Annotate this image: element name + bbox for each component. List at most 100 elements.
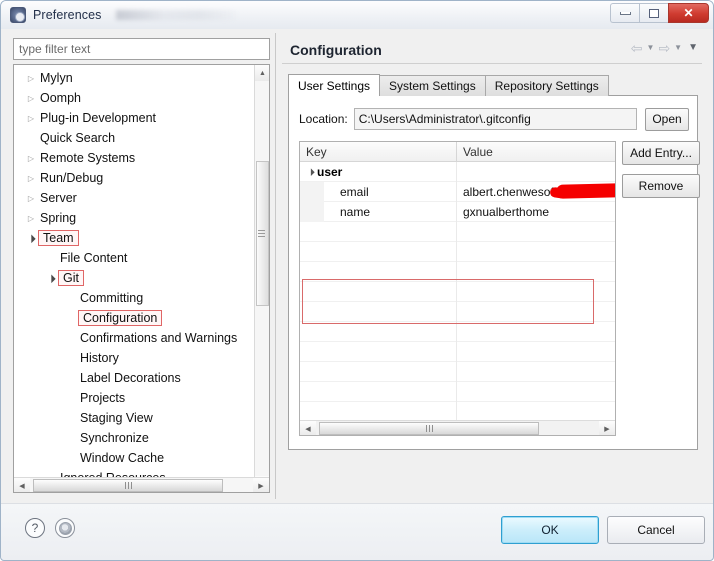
- sidebar-item-oomph[interactable]: Oomph: [14, 88, 254, 108]
- sidebar-item-label: Confirmations and Warnings: [80, 331, 238, 345]
- sidebar-item-history[interactable]: History: [14, 348, 254, 368]
- sidebar-item-file-content[interactable]: File Content: [14, 248, 254, 268]
- scroll-left-icon[interactable]: ◀: [14, 478, 30, 492]
- ok-button[interactable]: OK: [501, 516, 599, 544]
- open-button[interactable]: Open: [645, 107, 689, 131]
- sidebar-item-window-cache[interactable]: Window Cache: [14, 448, 254, 468]
- sidebar-item-label: Remote Systems: [40, 151, 136, 165]
- tab-system-settings[interactable]: System Settings: [379, 75, 486, 96]
- column-header-value[interactable]: Value: [457, 142, 615, 161]
- tree-collapsed-icon[interactable]: [24, 94, 38, 103]
- minimize-icon: [619, 11, 631, 15]
- tree-collapsed-icon[interactable]: [24, 214, 38, 223]
- table-row[interactable]: email albert.chenwesoft: [300, 181, 615, 202]
- table-row-empty[interactable]: [300, 241, 615, 262]
- preference-tree-panel: Mylyn Oomph Plug-in Development Quick Searc…: [8, 33, 273, 499]
- sidebar-item-label: Git: [58, 270, 84, 286]
- tree-horizontal-scrollbar[interactable]: ◀ ▶: [14, 477, 269, 492]
- tree-hscroll-thumb[interactable]: [33, 479, 223, 492]
- table-scroll-left-icon[interactable]: ◀: [300, 421, 316, 435]
- location-input[interactable]: [353, 108, 637, 130]
- page-menu-chevron-down-icon[interactable]: ▼: [688, 43, 698, 53]
- table-hscroll-thumb[interactable]: [319, 422, 539, 435]
- scroll-up-icon[interactable]: ▲: [255, 65, 269, 81]
- minimize-button[interactable]: [610, 3, 639, 23]
- arrow-right-icon[interactable]: ⇨: [658, 41, 670, 55]
- sidebar-item-confirmations-and-warnings[interactable]: Confirmations and Warnings: [14, 328, 254, 348]
- sidebar-item-label: Quick Search: [40, 131, 116, 145]
- sidebar-item-label-decorations[interactable]: Label Decorations: [14, 368, 254, 388]
- scroll-right-icon[interactable]: ▶: [253, 478, 269, 492]
- table-cell-key: [300, 401, 457, 422]
- tree-expanded-icon[interactable]: [24, 234, 38, 243]
- table-cell-value: [457, 242, 615, 262]
- preference-tree[interactable]: Mylyn Oomph Plug-in Development Quick Searc…: [13, 64, 270, 493]
- sidebar-item-mylyn[interactable]: Mylyn: [14, 68, 254, 88]
- table-row-empty[interactable]: [300, 301, 615, 322]
- close-button[interactable]: ✕: [668, 3, 709, 23]
- table-horizontal-scrollbar[interactable]: ◀ ▶: [300, 420, 615, 435]
- table-cell-key: name: [300, 201, 457, 222]
- table-row-empty[interactable]: [300, 381, 615, 402]
- arrow-left-icon[interactable]: ⇦: [631, 41, 643, 55]
- tree-collapsed-icon[interactable]: [24, 114, 38, 123]
- sidebar-item-projects[interactable]: Projects: [14, 388, 254, 408]
- table-cell-value: [457, 322, 615, 342]
- maximize-icon: [649, 8, 659, 18]
- table-row-empty[interactable]: [300, 281, 615, 302]
- tree-vertical-scrollbar[interactable]: ▲ ▼: [254, 65, 269, 492]
- back-history-chevron-down-icon[interactable]: ▼: [647, 44, 655, 52]
- table-value-label: gxnualberthome: [463, 204, 550, 219]
- tree-collapsed-icon[interactable]: [24, 154, 38, 163]
- sidebar-item-spring[interactable]: Spring: [14, 208, 254, 228]
- sidebar-item-server[interactable]: Server: [14, 188, 254, 208]
- sidebar-item-committing[interactable]: Committing: [14, 288, 254, 308]
- sidebar-item-run-debug[interactable]: Run/Debug: [14, 168, 254, 188]
- sidebar-item-label: Oomph: [40, 91, 81, 105]
- table-row-empty[interactable]: [300, 401, 615, 422]
- security-storage-icon[interactable]: [55, 518, 75, 538]
- cancel-button[interactable]: Cancel: [607, 516, 705, 544]
- sidebar-item-staging-view[interactable]: Staging View: [14, 408, 254, 428]
- tab-user-settings[interactable]: User Settings: [288, 74, 381, 96]
- dialog-footer: ? OK Cancel: [1, 503, 713, 560]
- sidebar-item-configuration[interactable]: Configuration: [14, 308, 254, 328]
- table-row[interactable]: user: [300, 161, 615, 182]
- sidebar-item-git[interactable]: Git: [14, 268, 254, 288]
- sidebar-item-synchronize[interactable]: Synchronize: [14, 428, 254, 448]
- settings-tabs: User Settings System Settings Repository S…: [288, 74, 609, 96]
- tree-collapsed-icon[interactable]: [24, 174, 38, 183]
- tree-collapsed-icon[interactable]: [24, 74, 38, 83]
- tab-label: System Settings: [389, 79, 476, 93]
- table-row-empty[interactable]: [300, 221, 615, 242]
- sidebar-item-remote-systems[interactable]: Remote Systems: [14, 148, 254, 168]
- tree-expanded-icon[interactable]: [44, 274, 58, 283]
- tab-repository-settings[interactable]: Repository Settings: [484, 75, 609, 96]
- preference-page-panel: Configuration ⇦ ▼ ⇨ ▼ ▼ User Settings Sys…: [280, 33, 707, 545]
- sidebar-item-quick-search[interactable]: Quick Search: [14, 128, 254, 148]
- table-row-empty[interactable]: [300, 261, 615, 282]
- table-row[interactable]: name gxnualberthome: [300, 201, 615, 222]
- sidebar-item-plug-in-development[interactable]: Plug-in Development: [14, 108, 254, 128]
- maximize-button[interactable]: [639, 3, 668, 23]
- column-header-key[interactable]: Key: [300, 142, 457, 161]
- table-scroll-right-icon[interactable]: ▶: [599, 421, 615, 435]
- forward-history-chevron-down-icon[interactable]: ▼: [674, 44, 682, 52]
- table-cell-key: email: [300, 181, 457, 202]
- table-row-empty[interactable]: [300, 321, 615, 342]
- sidebar-item-team[interactable]: Team: [14, 228, 254, 248]
- remove-button[interactable]: Remove: [622, 174, 700, 198]
- filter-input[interactable]: [13, 38, 270, 60]
- table-row-empty[interactable]: [300, 361, 615, 382]
- question-mark-icon[interactable]: ?: [25, 518, 45, 538]
- window-title: Preferences: [33, 8, 102, 22]
- tree-expanded-icon[interactable]: [305, 168, 317, 176]
- table-row-empty[interactable]: [300, 341, 615, 362]
- tab-label: User Settings: [298, 78, 371, 93]
- sidebar-item-label: Synchronize: [80, 431, 149, 445]
- tree-collapsed-icon[interactable]: [24, 194, 38, 203]
- title-smudge: [115, 10, 236, 20]
- config-table[interactable]: Key Value user email albert.chenwesoft name…: [299, 141, 616, 436]
- preferences-dialog: Preferences ✕ Mylyn Oomph Plug-in Developm…: [0, 0, 714, 561]
- add-entry-button[interactable]: Add Entry...: [622, 141, 700, 165]
